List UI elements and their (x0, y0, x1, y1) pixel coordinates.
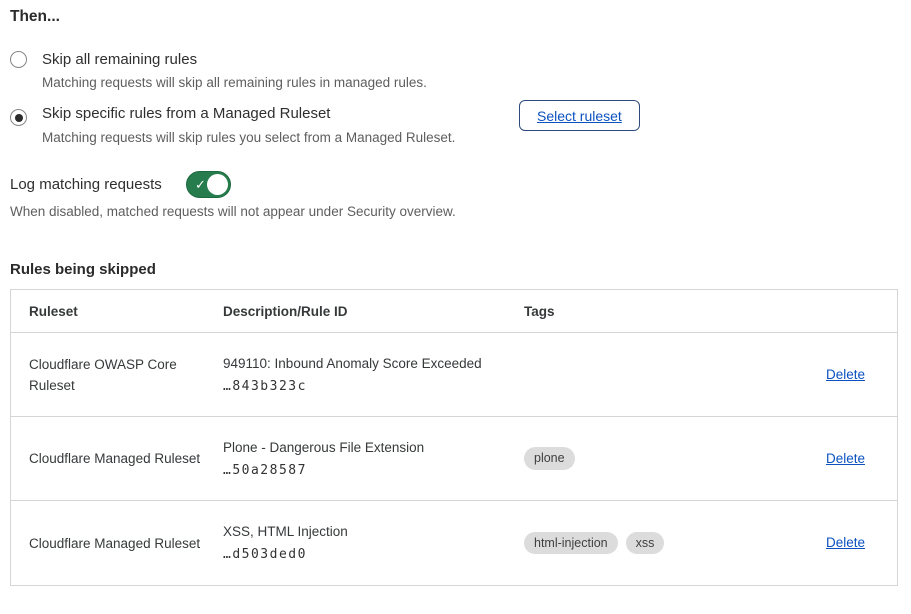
rule-id: …50a28587 (223, 463, 524, 478)
ruleset-cell: Cloudflare Managed Ruleset (11, 533, 223, 554)
rule-id: …843b323c (223, 379, 524, 394)
rules-being-skipped-heading: Rules being skipped (10, 261, 156, 278)
option-skip-specific-description: Matching requests will skip rules you se… (42, 130, 455, 145)
log-toggle[interactable]: ✓ (186, 171, 231, 198)
table-header-row: Ruleset Description/Rule ID Tags (11, 290, 897, 333)
then-heading: Then... (10, 8, 60, 26)
action-cell: Delete (722, 450, 897, 468)
ruleset-name: Cloudflare OWASP Core Ruleset (29, 354, 204, 396)
tag-badge: xss (626, 532, 665, 555)
option-skip-specific-label[interactable]: Skip specific rules from a Managed Rules… (42, 105, 330, 122)
skipped-rules-table: Ruleset Description/Rule ID Tags Cloudfl… (10, 289, 898, 586)
ruleset-cell: Cloudflare Managed Ruleset (11, 448, 223, 469)
tag-badge: plone (524, 447, 575, 470)
tags-cell: plone (524, 447, 722, 470)
description-cell: XSS, HTML Injection …d503ded0 (223, 524, 524, 562)
column-header-ruleset: Ruleset (11, 304, 223, 319)
waf-rule-config-page: Then... Skip all remaining rules Matchin… (0, 0, 911, 614)
radio-skip-specific-rules[interactable] (10, 109, 27, 126)
delete-link[interactable]: Delete (826, 535, 865, 550)
action-cell: Delete (722, 534, 897, 552)
check-icon: ✓ (195, 176, 206, 193)
rule-id: …d503ded0 (223, 547, 524, 562)
description-cell: 949110: Inbound Anomaly Score Exceeded …… (223, 356, 524, 394)
option-skip-all-description: Matching requests will skip all remainin… (42, 75, 427, 90)
log-matching-requests-label: Log matching requests (10, 176, 162, 193)
option-skip-all-label[interactable]: Skip all remaining rules (42, 51, 197, 68)
column-header-tags: Tags (524, 304, 722, 319)
delete-link[interactable]: Delete (826, 367, 865, 382)
table-body: Cloudflare OWASP Core Ruleset 949110: In… (11, 333, 897, 585)
radio-skip-all-rules[interactable] (10, 51, 27, 68)
table-row: Cloudflare OWASP Core Ruleset 949110: In… (11, 333, 897, 417)
toggle-knob (207, 174, 228, 195)
tag-badge: html-injection (524, 532, 618, 555)
select-ruleset-button[interactable]: Select ruleset (519, 100, 640, 131)
table-row: Cloudflare Managed Ruleset Plone - Dange… (11, 417, 897, 501)
table-row: Cloudflare Managed Ruleset XSS, HTML Inj… (11, 501, 897, 585)
tags-cell: html-injection xss (524, 532, 722, 555)
action-cell: Delete (722, 366, 897, 384)
ruleset-cell: Cloudflare OWASP Core Ruleset (11, 354, 223, 396)
column-header-description: Description/Rule ID (223, 304, 524, 319)
delete-link[interactable]: Delete (826, 451, 865, 466)
log-toggle-description: When disabled, matched requests will not… (10, 204, 456, 219)
ruleset-name: Cloudflare Managed Ruleset (29, 533, 200, 554)
ruleset-name: Cloudflare Managed Ruleset (29, 448, 200, 469)
rule-description: Plone - Dangerous File Extension (223, 440, 524, 455)
description-cell: Plone - Dangerous File Extension …50a285… (223, 440, 524, 478)
rule-description: 949110: Inbound Anomaly Score Exceeded (223, 356, 524, 371)
rule-description: XSS, HTML Injection (223, 524, 524, 539)
